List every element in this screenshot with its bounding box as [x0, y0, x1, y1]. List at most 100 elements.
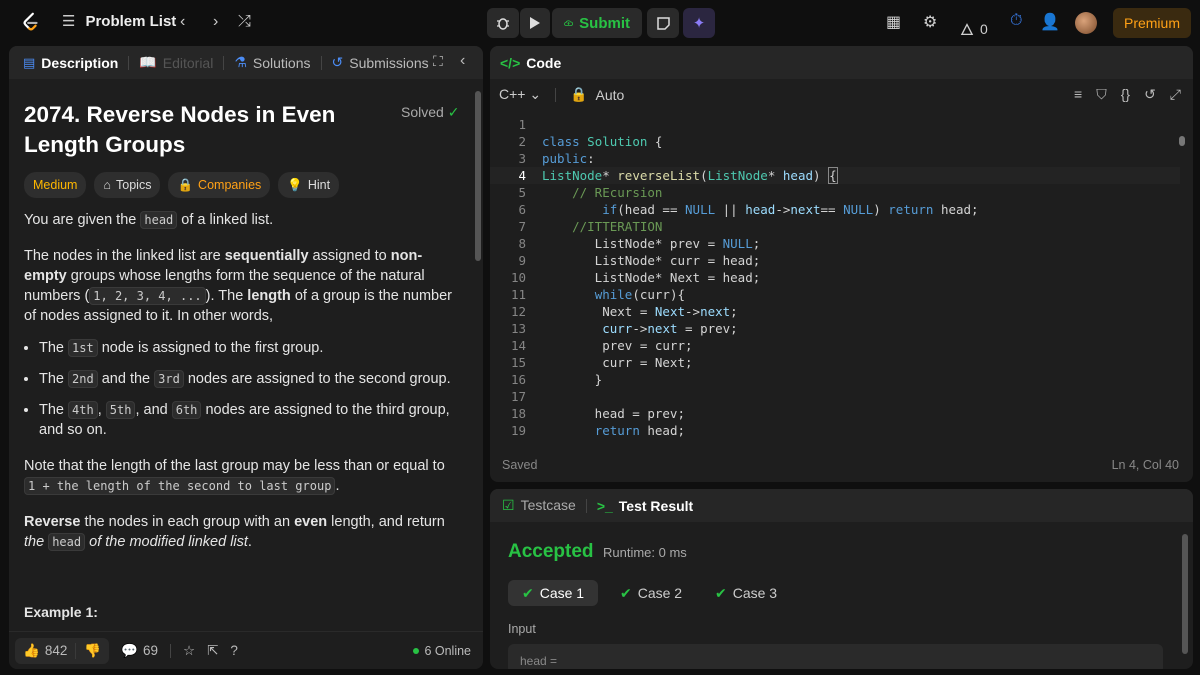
input-label: Input: [508, 622, 536, 636]
bold-text: length: [247, 288, 291, 304]
case-tab-2[interactable]: ✔ Case 2: [606, 580, 696, 606]
ai-assist-button[interactable]: ✦: [683, 8, 715, 38]
code-brackets-icon: </>: [500, 54, 521, 71]
bold-text: sequentially: [224, 248, 309, 264]
tab-submissions[interactable]: ↺ Submissions: [326, 54, 435, 71]
divider: [585, 498, 587, 513]
case-tab-3[interactable]: ✔ Case 3: [701, 580, 791, 606]
code-title: Code: [526, 54, 562, 71]
italic-text: of the modified linked list: [85, 534, 248, 550]
tab-test-result-label: Test Result: [618, 497, 694, 514]
collapse-icon[interactable]: ‹: [460, 52, 465, 70]
submit-button[interactable]: Submit: [552, 8, 642, 38]
verdict: Accepted: [508, 541, 594, 562]
tab-description[interactable]: ▤ Description: [17, 55, 124, 71]
add-friend-icon[interactable]: 👤: [1040, 12, 1060, 32]
flask-icon: ⚗: [234, 54, 247, 70]
like-button[interactable]: 👍 842: [15, 643, 75, 659]
code-line: 8 ListNode* prev = NULL;: [518, 236, 761, 251]
code-line: 4 ListNode* reverseList(ListNode* head) {: [490, 167, 1180, 184]
timer-icon[interactable]: ⏱: [1010, 12, 1022, 30]
maximize-icon[interactable]: ⛶: [433, 53, 443, 70]
terminal-icon: >_: [596, 497, 613, 514]
code-panel: </> Code C++ ⌄ 🔒 Auto ≡ ⛉ {} ↺ ⤢ 1 2 clas…: [490, 46, 1193, 482]
code-line: 14 prev = curr;: [510, 338, 693, 353]
text: ). The: [205, 288, 248, 304]
text: The: [39, 402, 69, 418]
text: , and: [135, 402, 172, 418]
fullscreen-icon[interactable]: ⤢: [1170, 86, 1181, 103]
text: length, and return: [327, 514, 445, 530]
divider: [223, 55, 225, 70]
avatar[interactable]: [1075, 12, 1097, 34]
paragraph-3: Note that the length of the last group m…: [24, 456, 459, 496]
debug-button[interactable]: [487, 8, 519, 38]
problem-title: 2074. Reverse Nodes in Even Length Group…: [24, 102, 336, 157]
text: ,: [97, 402, 106, 418]
tag-icon: ⌂: [103, 178, 112, 192]
next-problem-icon[interactable]: ›: [213, 13, 218, 31]
hint-chip[interactable]: 💡 Hint: [278, 172, 340, 198]
result-tabs: ☑ Testcase >_ Test Result: [490, 489, 1193, 522]
tab-submissions-label: Submissions: [349, 54, 429, 71]
prev-problem-icon[interactable]: ‹: [180, 13, 185, 31]
help-icon[interactable]: ?: [230, 643, 238, 658]
problem-list-button[interactable]: ☰ Problem List: [62, 12, 176, 31]
submit-label: Submit: [579, 14, 630, 32]
comment-icon: 💬: [121, 642, 138, 658]
inline-code: head: [140, 211, 178, 229]
top-bar: ☰ Problem List ‹ › ⤮ Submit ✦ ▦ ⚙ 🜂 0 ⏱ …: [0, 0, 1200, 45]
code-line: 13 curr->next = prev;: [510, 321, 738, 336]
paragraph-2: The nodes in the linked list are sequent…: [24, 246, 459, 326]
run-button[interactable]: [520, 8, 550, 38]
code-line: 2 class Solution {: [518, 134, 663, 149]
reset-icon[interactable]: ↺: [1144, 86, 1156, 103]
tab-testcase[interactable]: ☑ Testcase: [502, 497, 576, 514]
tab-test-result[interactable]: >_ Test Result: [597, 498, 693, 514]
code-line: 15 curr = Next;: [510, 355, 693, 370]
settings-gear-icon[interactable]: ⚙: [923, 12, 937, 32]
topics-label: Topics: [116, 178, 152, 192]
streak-counter[interactable]: 🜂 0: [960, 12, 988, 45]
history-icon: ↺: [331, 54, 344, 70]
premium-button[interactable]: Premium: [1113, 8, 1191, 38]
tab-editorial[interactable]: 📖 Editorial: [133, 54, 219, 71]
italic-text: the: [24, 534, 45, 550]
braces-icon[interactable]: {}: [1121, 86, 1130, 103]
shuffle-icon[interactable]: ⤮: [238, 13, 251, 31]
cloud-upload-icon: [564, 20, 574, 26]
comments-button[interactable]: 💬 69: [121, 643, 158, 659]
dislike-button[interactable]: 👎: [75, 642, 109, 659]
text: The: [39, 340, 69, 356]
cursor-position: Ln 4, Col 40: [1111, 458, 1179, 472]
description-scrollbar[interactable]: [475, 91, 481, 261]
code-line: 5 // REcursion: [518, 185, 663, 200]
case-label: Case 1: [539, 585, 585, 601]
language-select[interactable]: C++ ⌄: [499, 86, 541, 103]
list-item: The 1st node is assigned to the first gr…: [39, 338, 459, 358]
share-icon[interactable]: ⇱: [207, 643, 218, 659]
code-line: 6 if(head == NULL || head->next== NULL) …: [518, 202, 979, 217]
text: nodes are assigned to the second group.: [183, 371, 451, 387]
difficulty-badge[interactable]: Medium: [24, 172, 87, 198]
result-scrollbar[interactable]: [1182, 534, 1188, 654]
online-dot: [413, 647, 420, 654]
list-icon: ☰: [62, 13, 76, 30]
star-icon[interactable]: ☆: [183, 643, 195, 659]
bookmark-icon[interactable]: ⛉: [1096, 86, 1107, 103]
layout-icon[interactable]: ▦: [886, 12, 901, 32]
case-tab-1[interactable]: ✔ Case 1: [508, 580, 599, 606]
auto-mode[interactable]: Auto: [596, 87, 625, 103]
online-count: 6 Online: [424, 643, 471, 658]
code-line: 11 while(curr){: [510, 287, 686, 302]
tab-solutions-label: Solutions: [252, 54, 311, 71]
companies-chip[interactable]: 🔒 Companies: [168, 172, 271, 198]
topics-chip[interactable]: ⌂ Topics: [94, 172, 161, 198]
leetcode-logo-icon[interactable]: [20, 11, 42, 33]
format-icon[interactable]: ≡: [1074, 86, 1082, 103]
thumbs-down-icon: 👎: [84, 642, 102, 658]
tab-editorial-label: Editorial: [162, 54, 214, 71]
notes-button[interactable]: [647, 8, 679, 38]
inline-code: 1st: [68, 339, 98, 357]
tab-solutions[interactable]: ⚗ Solutions: [228, 54, 316, 71]
